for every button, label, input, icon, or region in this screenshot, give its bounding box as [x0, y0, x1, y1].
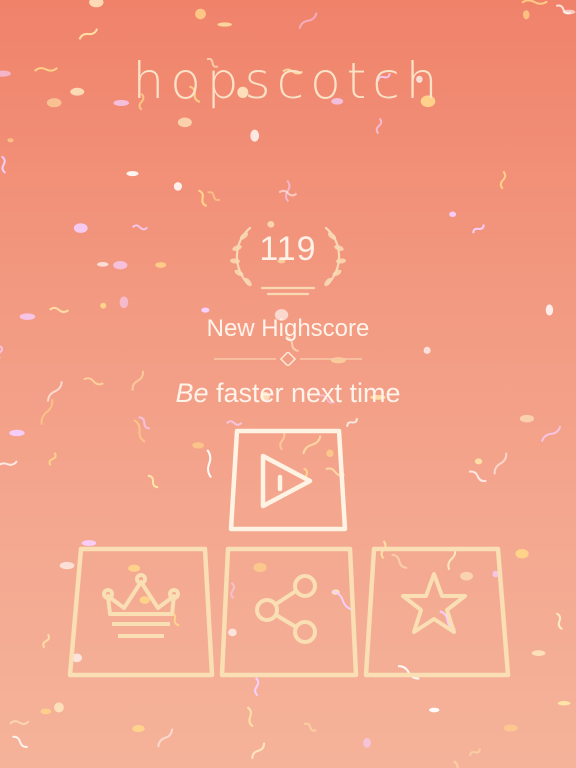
confetti-piece — [207, 191, 221, 202]
score-value: 119 — [259, 230, 317, 268]
confetti-piece — [363, 737, 371, 748]
confetti-piece — [555, 612, 563, 631]
confetti-piece — [192, 442, 204, 449]
rate-button[interactable] — [362, 544, 512, 680]
message-rest: faster next time — [208, 378, 401, 408]
confetti-piece — [89, 0, 104, 8]
confetti-piece — [250, 129, 260, 142]
message-emphasis: Be — [175, 378, 209, 408]
star-icon — [401, 572, 467, 634]
confetti-piece — [1, 155, 7, 174]
confetti-piece — [540, 425, 562, 442]
confetti-piece — [201, 307, 210, 313]
confetti-piece — [503, 724, 518, 732]
confetti-piece — [177, 117, 192, 128]
confetti-piece — [298, 12, 318, 29]
new-highscore-label: New Highscore — [206, 315, 370, 342]
confetti-piece — [278, 189, 298, 197]
confetti-piece — [206, 449, 212, 479]
confetti-piece — [157, 728, 174, 748]
confetti-piece — [251, 742, 266, 759]
divider-ornament — [214, 352, 362, 366]
confetti-piece — [545, 304, 554, 316]
confetti-piece — [375, 117, 383, 135]
share-button[interactable] — [214, 544, 364, 680]
confetti-piece — [499, 170, 507, 190]
confetti-piece — [468, 470, 487, 483]
confetti-piece — [557, 701, 571, 706]
confetti-piece — [284, 179, 291, 203]
confetti-piece — [521, 0, 548, 5]
confetti-piece — [40, 708, 52, 715]
confetti-piece — [12, 735, 28, 748]
leaderboard-button[interactable] — [66, 544, 216, 680]
confetti-piece — [78, 28, 99, 40]
confetti-piece — [555, 4, 571, 15]
confetti-piece — [531, 650, 546, 657]
game-title: hopscotch — [132, 52, 444, 110]
confetti-piece — [519, 414, 535, 423]
confetti-piece — [226, 420, 243, 426]
confetti-piece — [132, 725, 145, 733]
confetti-piece — [562, 9, 576, 15]
confetti-piece — [173, 182, 183, 191]
share-icon — [255, 574, 317, 644]
confetti-piece — [423, 346, 431, 354]
confetti-piece — [9, 429, 25, 437]
confetti-piece — [147, 474, 159, 489]
message-text: Be faster next time — [0, 378, 576, 409]
confetti-piece — [522, 10, 530, 20]
confetti-piece — [474, 458, 483, 465]
confetti-piece — [246, 706, 254, 728]
confetti-piece — [54, 702, 64, 713]
confetti-piece — [9, 720, 30, 725]
confetti-piece — [7, 138, 14, 143]
confetti-piece — [303, 722, 317, 732]
confetti-piece — [346, 418, 358, 427]
crown-icon — [102, 573, 180, 638]
play-icon — [260, 453, 313, 509]
confetti-piece — [254, 676, 260, 697]
confetti-piece — [100, 302, 107, 309]
confetti-piece — [49, 306, 70, 314]
confetti-piece — [131, 224, 149, 231]
confetti-piece — [0, 345, 4, 360]
confetti-piece — [119, 296, 129, 309]
confetti-piece — [42, 633, 50, 649]
confetti-piece — [133, 419, 146, 443]
confetti-piece — [195, 8, 206, 20]
confetti-piece — [0, 460, 18, 468]
confetti-piece — [493, 452, 508, 475]
confetti-piece — [126, 170, 139, 177]
confetti-piece — [217, 22, 232, 27]
confetti-piece — [138, 416, 150, 430]
confetti-piece — [429, 707, 440, 713]
confetti-piece — [198, 189, 208, 207]
play-button[interactable] — [226, 428, 350, 534]
confetti-piece — [469, 748, 481, 757]
confetti-piece — [449, 211, 457, 218]
confetti-piece — [48, 452, 57, 466]
confetti-piece — [515, 548, 529, 559]
confetti-piece — [453, 760, 462, 768]
